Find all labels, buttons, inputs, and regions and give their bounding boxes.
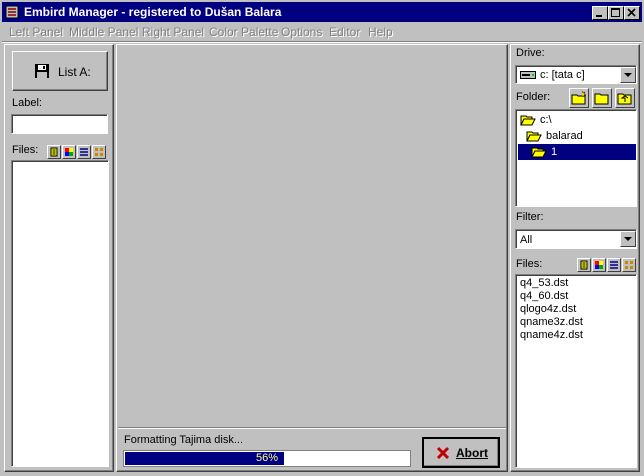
abort-x-icon [436, 446, 450, 460]
chevron-down-icon [624, 73, 632, 77]
drive-value: c: [tata c] [540, 69, 585, 81]
open-folder-icon [520, 115, 536, 126]
list-view-icon [80, 148, 88, 156]
close-button[interactable] [624, 6, 640, 20]
window-title: Embird Manager - registered to Dušan Bal… [24, 5, 282, 19]
menu-options[interactable]: Options [281, 25, 322, 39]
list-a-label: List A: [58, 65, 91, 79]
right-files-caption: Files: [516, 258, 543, 270]
app-icon [5, 5, 19, 19]
view-list-button[interactable] [607, 258, 621, 272]
open-folder-icon [531, 147, 547, 158]
preview-area [118, 46, 506, 426]
menu-divider [2, 41, 642, 43]
status-divider [118, 427, 506, 429]
file-item[interactable]: qname3z.dst [520, 316, 583, 328]
file-item[interactable]: qname4z.dst [520, 329, 583, 341]
chevron-down-icon [624, 237, 632, 241]
view-thumbnails-button[interactable] [92, 145, 106, 159]
maximize-icon [611, 8, 620, 17]
menu-bar: Left Panel Middle Panel Right Panel Colo… [0, 23, 644, 41]
hard-drive-icon [520, 71, 536, 79]
drive-select[interactable]: c: [tata c] [515, 65, 637, 84]
right-files-list[interactable]: q4_53.dst q4_60.dst qlogo4z.dst qname3z.… [515, 274, 637, 468]
folder-icon [594, 93, 609, 105]
drive-dropdown-button[interactable] [620, 67, 636, 83]
title-bar[interactable]: Embird Manager - registered to Dušan Bal… [2, 2, 642, 22]
folder-node-balarad[interactable]: balarad [518, 128, 636, 144]
new-folder-icon [571, 90, 587, 105]
thumbnails-view-icon [625, 261, 633, 269]
app-window: Embird Manager - registered to Dušan Bal… [0, 0, 644, 476]
abort-button[interactable]: Abort [422, 437, 500, 468]
folder-name: 1 [551, 146, 558, 158]
details-view-icon [580, 260, 588, 270]
color-view-icon [65, 148, 73, 156]
parent-folder-button[interactable] [615, 88, 635, 108]
filter-value: All [520, 234, 533, 246]
folder-name: balarad [546, 130, 583, 142]
color-view-icon [595, 261, 603, 269]
thumbnails-view-icon [95, 148, 103, 156]
middle-panel [116, 44, 508, 472]
view-details-button[interactable] [577, 258, 591, 272]
progress-label: 56% [255, 452, 279, 464]
menu-right-panel[interactable]: Right Panel [142, 25, 204, 39]
maximize-button[interactable] [608, 6, 624, 20]
folder-name: c:\ [540, 114, 552, 126]
file-item[interactable]: qlogo4z.dst [520, 303, 576, 315]
file-item[interactable]: q4_60.dst [520, 290, 568, 302]
filter-caption: Filter: [516, 211, 544, 223]
right-panel: Drive: c: [tata c] Folder: c:\ balarad 1… [510, 44, 640, 472]
view-thumbnails-button[interactable] [622, 258, 636, 272]
list-view-icon [610, 261, 618, 269]
floppy-disk-icon [35, 64, 49, 78]
filter-select[interactable]: All [515, 229, 637, 249]
left-files-list[interactable] [11, 160, 109, 467]
label-input[interactable] [11, 114, 108, 134]
folder-node-1[interactable]: 1 [518, 144, 636, 160]
view-details-button[interactable] [47, 145, 61, 159]
view-list-button[interactable] [77, 145, 91, 159]
status-text: Formatting Tajima disk... [124, 434, 244, 446]
folder-tree[interactable]: c:\ balarad 1 [515, 109, 637, 207]
open-folder-icon [526, 131, 542, 142]
progress-bar: 56% [123, 450, 411, 467]
menu-left-panel[interactable]: Left Panel [9, 25, 63, 39]
minimize-button[interactable] [592, 6, 608, 20]
drive-caption: Drive: [516, 47, 545, 59]
label-caption: Label: [12, 97, 42, 109]
list-a-button[interactable]: List A: [12, 51, 108, 91]
menu-editor[interactable]: Editor [329, 25, 360, 39]
view-color-button[interactable] [62, 145, 76, 159]
folder-up-icon [617, 93, 632, 105]
menu-color-palette[interactable]: Color Palette [209, 25, 278, 39]
menu-help[interactable]: Help [368, 25, 393, 39]
abort-label: Abort [456, 446, 488, 460]
open-folder-button[interactable] [592, 88, 612, 108]
file-item[interactable]: q4_53.dst [520, 277, 568, 289]
close-icon [627, 8, 636, 17]
view-color-button[interactable] [592, 258, 606, 272]
left-panel: List A: Label: Files: [4, 44, 114, 472]
filter-dropdown-button[interactable] [620, 231, 636, 247]
left-files-caption: Files: [12, 144, 39, 156]
menu-middle-panel[interactable]: Middle Panel [69, 25, 138, 39]
folder-caption: Folder: [516, 91, 551, 103]
minimize-icon [596, 15, 602, 17]
details-view-icon [50, 147, 58, 157]
folder-node-root[interactable]: c:\ [518, 112, 636, 128]
new-folder-button[interactable] [569, 88, 589, 108]
